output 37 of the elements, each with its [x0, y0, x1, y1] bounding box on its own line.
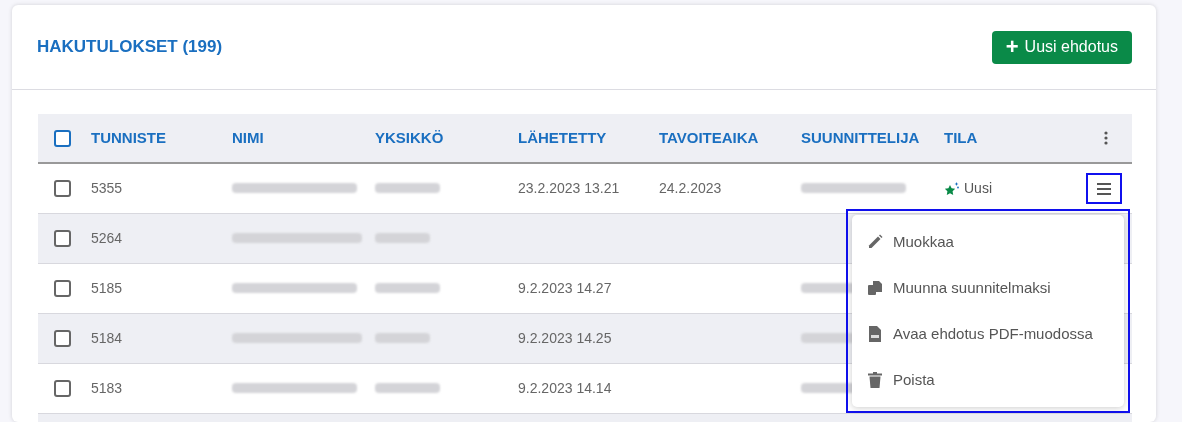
pencil-icon — [867, 234, 883, 250]
table-cell: 23.2.2023 13.21 — [518, 180, 620, 196]
checkbox[interactable] — [54, 230, 71, 247]
column-header[interactable]: SUUNNITTELIJA — [801, 129, 920, 146]
menu-item[interactable]: Avaa ehdotus PDF-muodossa — [852, 311, 1124, 357]
column-header[interactable]: LÄHETETTY — [518, 129, 607, 146]
table-cell: 5185 — [91, 280, 123, 296]
more-vertical-icon[interactable] — [1104, 131, 1108, 145]
table-cell: 5184 — [91, 330, 123, 346]
column-header[interactable]: TUNNISTE — [91, 129, 166, 146]
column-header[interactable]: TAVOITEAIKA — [659, 129, 759, 146]
menu-item[interactable]: Poista — [852, 357, 1124, 403]
results-title: HAKUTULOKSET (199) — [37, 36, 223, 59]
menu-item[interactable]: Muunna suunnitelmaksi — [852, 265, 1124, 311]
pdf-file-icon — [868, 326, 882, 342]
menu-icon[interactable] — [1097, 182, 1111, 195]
table-cell: 24.2.2023 — [659, 180, 722, 196]
column-header[interactable]: YKSIKKÖ — [375, 129, 444, 146]
table-cell: 9.2.2023 14.27 — [518, 280, 612, 296]
column-header[interactable]: NIMI — [232, 129, 264, 146]
table-cell: 5355 — [91, 180, 123, 196]
table-cell: 5264 — [91, 230, 123, 246]
copy-icon — [867, 280, 883, 296]
checkbox[interactable] — [54, 280, 71, 297]
checkbox[interactable] — [54, 380, 71, 397]
table-cell: 9.2.2023 14.25 — [518, 330, 612, 346]
trash-icon — [868, 372, 882, 388]
menu-item[interactable]: Muokkaa — [852, 219, 1124, 265]
star-icon — [944, 181, 960, 196]
checkbox[interactable] — [54, 180, 71, 197]
status-label: Uusi — [964, 179, 992, 198]
column-header[interactable]: TILA — [944, 129, 978, 146]
checkbox[interactable] — [54, 330, 71, 347]
table-cell: 9.2.2023 14.14 — [518, 380, 612, 396]
table-cell: 5183 — [91, 380, 123, 396]
checkbox[interactable] — [54, 129, 71, 147]
new-proposal-button[interactable]: + Uusi ehdotus — [991, 30, 1132, 64]
